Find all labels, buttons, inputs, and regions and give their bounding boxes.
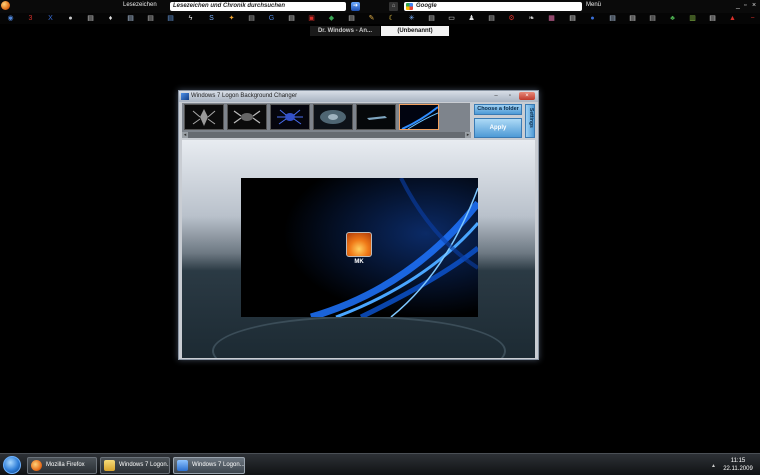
logon-changer-window: Windows 7 Logon Background Changer – ▫ ×…: [178, 90, 539, 360]
bookmarks-go-icon[interactable]: ➜: [351, 2, 360, 11]
thumbnail-aurora[interactable]: [399, 104, 439, 130]
circle-icon[interactable]: ●: [66, 14, 75, 23]
minus-icon[interactable]: −: [748, 14, 757, 23]
scroll-right-button[interactable]: ▸: [465, 132, 471, 138]
page-icon[interactable]: ▤: [347, 14, 356, 23]
bookmark-icon-row: ◉ 3 X ● ▤ ♦ ▤ ▤ ▤ ϟ S ✦ ▤ G ▤ ▣ ◆ ▤ ✎ ☾ ✳ ▤ ▭ ♟ ▤ ⚙ ❧ ▦ ▤ ● ▤ ▤ ▤ ♣ ▥ ▤ ▲ −: [0, 13, 760, 24]
thumbnail-scrollbar[interactable]: [188, 132, 465, 138]
google-icon: [406, 3, 413, 10]
taskbar-item-logon-changer[interactable]: Windows 7 Logon...: [173, 457, 245, 474]
gear-icon[interactable]: ⚙: [507, 14, 516, 23]
close-button[interactable]: ×: [519, 92, 535, 100]
g-icon[interactable]: G: [267, 14, 276, 23]
moon-icon[interactable]: ☾: [387, 14, 396, 23]
thumbnail-ship[interactable]: [356, 104, 396, 130]
logon-screen-preview: MK: [241, 178, 478, 317]
choose-folder-button[interactable]: Choose a folder: [474, 104, 522, 115]
page-icon[interactable]: ▤: [427, 14, 436, 23]
thumbnail-spider[interactable]: [270, 104, 310, 130]
page-icon[interactable]: ▤: [247, 14, 256, 23]
page-icon[interactable]: ▤: [166, 14, 175, 23]
page-icon[interactable]: ▤: [648, 14, 657, 23]
home-icon[interactable]: ⌂: [389, 2, 398, 11]
page-icon[interactable]: ▤: [86, 14, 95, 23]
settings-label: Settings: [528, 108, 534, 128]
app-flag-icon: [181, 93, 189, 100]
window-title: Windows 7 Logon Background Changer: [191, 93, 298, 99]
disc-thumb-image: [314, 105, 352, 129]
firefox-menu-icon[interactable]: [1, 1, 10, 10]
clock-date[interactable]: 22.11.2009: [720, 466, 756, 472]
bookmarks-label[interactable]: Lesezeichen: [123, 2, 157, 8]
x-icon[interactable]: X: [46, 14, 55, 23]
taskbar-item-label: Windows 7 Logon...: [192, 462, 245, 468]
clock-time[interactable]: 11:15: [720, 458, 756, 464]
user-name-label: MK: [354, 259, 364, 265]
tv-icon[interactable]: ▭: [447, 14, 456, 23]
lightning-icon[interactable]: ϟ: [186, 14, 195, 23]
browser-close-button[interactable]: ×: [752, 2, 756, 10]
shield-icon[interactable]: ◆: [327, 14, 336, 23]
ship-thumb-image: [357, 105, 395, 129]
page-icon[interactable]: ▤: [708, 14, 717, 23]
maximize-button[interactable]: ▫: [503, 92, 517, 100]
folder-icon: [104, 460, 115, 471]
chess-icon[interactable]: ♟: [467, 14, 476, 23]
start-button[interactable]: [3, 456, 21, 474]
tab-dr-windows[interactable]: Dr. Windows - An...: [310, 26, 380, 36]
pdf-icon[interactable]: ▣: [307, 14, 316, 23]
page-icon[interactable]: ▤: [126, 14, 135, 23]
google-search-input[interactable]: Google: [404, 2, 582, 11]
aurora-thumb-image: [400, 105, 438, 129]
page-icon[interactable]: ▤: [568, 14, 577, 23]
red-3-icon[interactable]: 3: [26, 14, 35, 23]
thumbnail-creature[interactable]: [184, 104, 224, 130]
floor-ring-decoration: [212, 316, 506, 358]
page-icon[interactable]: ▤: [628, 14, 637, 23]
taskbar-item-label: Mozilla Firefox: [46, 462, 85, 468]
browser-minimize-button[interactable]: _: [736, 2, 740, 10]
insect-thumb-image: [228, 105, 266, 129]
app-window-icon: [177, 460, 188, 471]
drink-icon[interactable]: ♦: [106, 14, 115, 23]
color-dots-icon[interactable]: ✦: [227, 14, 236, 23]
s-icon[interactable]: S: [207, 14, 216, 23]
tab-unbenannt[interactable]: (Unbenannt): [381, 26, 449, 36]
page-icon[interactable]: ▤: [287, 14, 296, 23]
bars-icon[interactable]: ▥: [688, 14, 697, 23]
firefox-icon: [31, 460, 42, 471]
ball-icon[interactable]: ●: [588, 14, 597, 23]
pencil-icon[interactable]: ✎: [367, 14, 376, 23]
google-search-placeholder: Google: [416, 3, 437, 9]
puzzle-icon[interactable]: ♣: [668, 14, 677, 23]
thumbnail-disc[interactable]: [313, 104, 353, 130]
page-icon[interactable]: ▤: [146, 14, 155, 23]
minimize-button[interactable]: –: [489, 92, 503, 100]
page-icon[interactable]: ▤: [487, 14, 496, 23]
taskbar: Mozilla Firefox Windows 7 Logon... Windo…: [0, 453, 760, 475]
bird-icon[interactable]: ❧: [527, 14, 536, 23]
logon-preview: MK: [182, 140, 535, 358]
grid-icon[interactable]: ▦: [547, 14, 556, 23]
settings-tab[interactable]: Settings: [525, 104, 535, 138]
spider-thumb-image: [271, 105, 309, 129]
star-icon[interactable]: ✳: [407, 14, 416, 23]
browser-toolbar: Lesezeichen Lesezeichen und Chronik durc…: [0, 0, 760, 13]
apply-button[interactable]: Apply: [474, 118, 522, 138]
taskbar-item-folder[interactable]: Windows 7 Logon...: [100, 457, 170, 474]
bookmarks-search-input[interactable]: Lesezeichen und Chronik durchsuchen: [170, 2, 346, 11]
taskbar-item-label: Windows 7 Logon...: [119, 462, 170, 468]
page-icon[interactable]: ▤: [608, 14, 617, 23]
thumbnail-insect[interactable]: [227, 104, 267, 130]
firefox-icon[interactable]: ◉: [6, 14, 15, 23]
menu-label[interactable]: Menü: [586, 2, 601, 8]
adobe-icon[interactable]: ▲: [728, 14, 737, 23]
thumbnail-strip: [182, 103, 470, 132]
tray-expand-icon[interactable]: ▲: [711, 463, 716, 469]
creature-thumb-image: [185, 105, 223, 129]
user-avatar-tile: [346, 232, 372, 257]
window-titlebar[interactable]: Windows 7 Logon Background Changer – ▫ ×: [179, 91, 538, 102]
taskbar-item-firefox[interactable]: Mozilla Firefox: [27, 457, 97, 474]
browser-maximize-button[interactable]: ▫: [744, 2, 746, 10]
